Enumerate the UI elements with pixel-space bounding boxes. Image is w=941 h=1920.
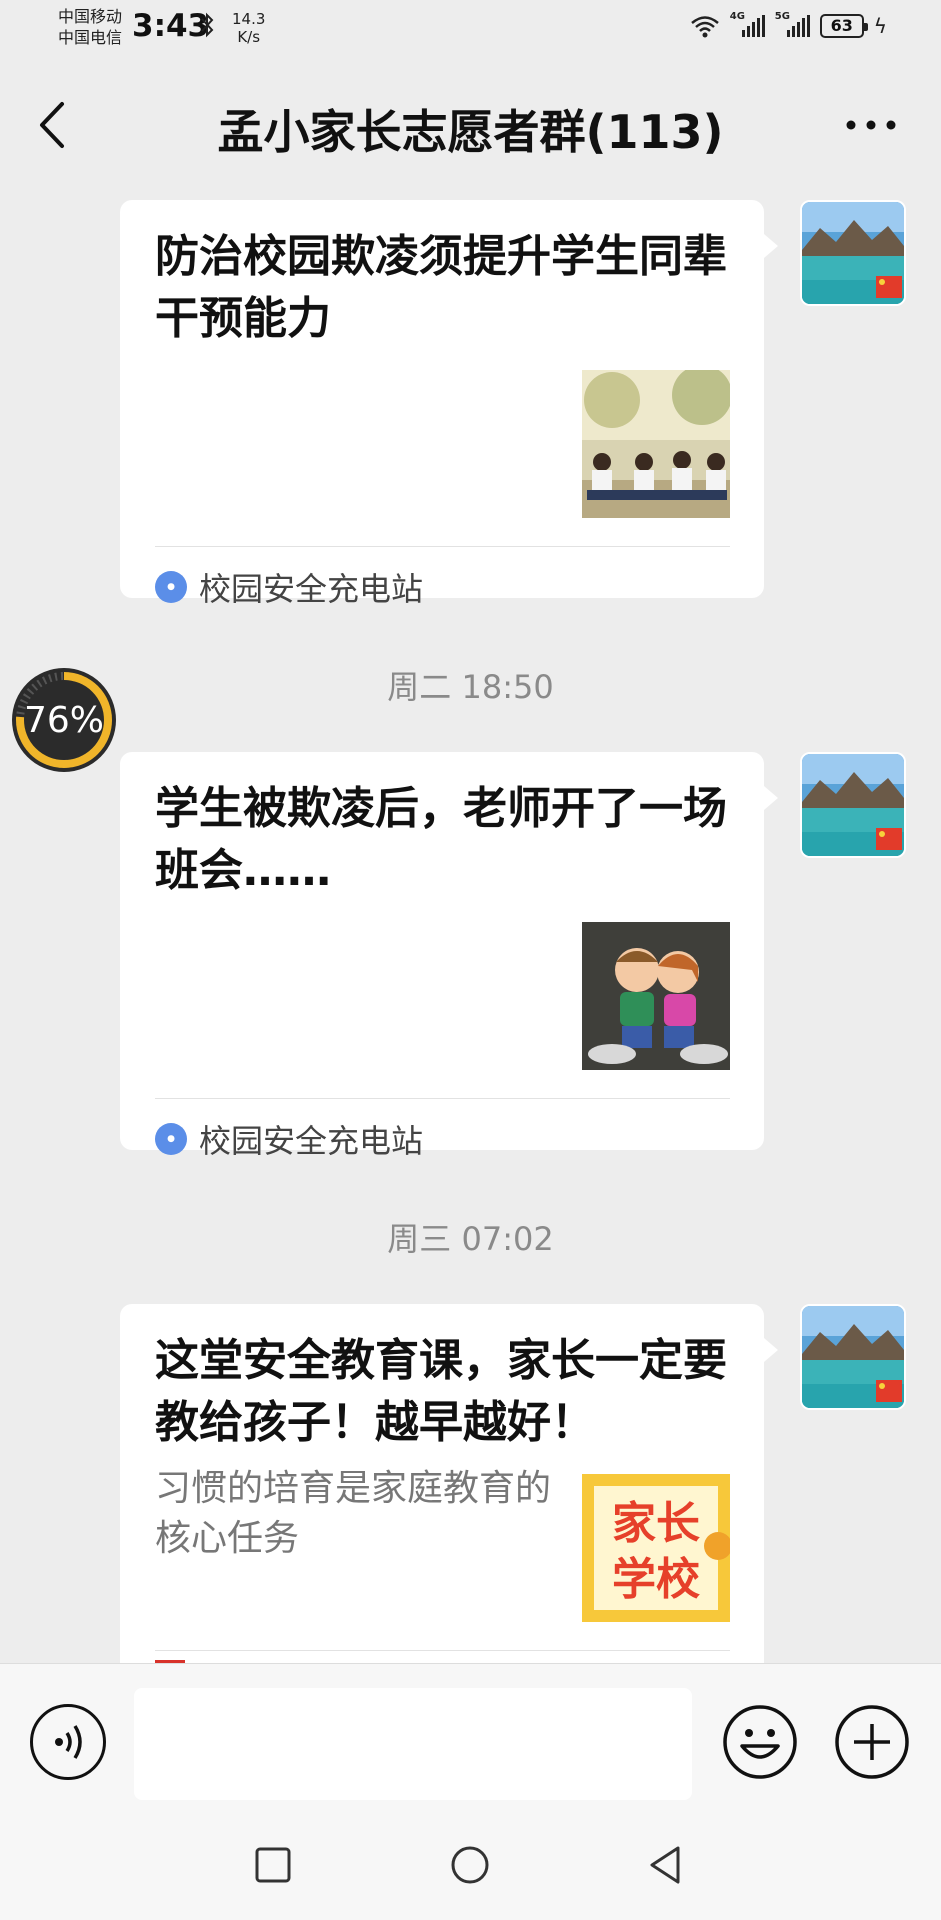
article-source: ● 校园安全充电站 — [155, 564, 423, 610]
recent-apps-button[interactable] — [248, 1840, 298, 1890]
status-bar: 中国移动 中国电信 3:43 14.3 K/s 4G 5G 63 ϟ — [0, 0, 941, 60]
status-time: 3:43 — [132, 8, 210, 44]
more-icon — [846, 120, 896, 130]
emoji-button[interactable] — [722, 1704, 798, 1780]
students-reading-image — [582, 370, 730, 518]
article-card[interactable]: 学生被欺凌后，老师开了一场班会…… ● 校园安全充电站 — [120, 752, 778, 1160]
article-card[interactable]: 防治校园欺凌须提升学生同辈干预能力 ● 校园安全充电站 — [120, 200, 778, 608]
net-speed-unit: K/s — [237, 28, 261, 46]
battery-icon: 63 — [819, 14, 868, 38]
article-description: 习惯的培育是家庭教育的核心任务 — [155, 1468, 552, 1559]
wifi-icon — [690, 16, 719, 38]
more-functions-button[interactable] — [834, 1704, 910, 1780]
article-card[interactable]: 这堂安全教育课，家长一定要教给孩子！越早越好！ 习惯的培育是家庭教育的核心任务 … — [120, 1304, 778, 1663]
avatar[interactable] — [800, 752, 906, 858]
avatar[interactable] — [800, 200, 906, 306]
message-item: 学生被欺凌后，老师开了一场班会…… ● 校园安全充电站 — [0, 752, 941, 1160]
progress-ring-icon: 76% — [12, 668, 116, 772]
thumb-text-2: 学校 — [612, 1554, 700, 1605]
thumb-text-1: 家长 — [612, 1498, 700, 1549]
source-name: 校园安全充电站 — [199, 570, 424, 608]
chat-title: 孟小家长志愿者群(113) — [217, 105, 724, 159]
official-account-icon: ● — [155, 1123, 187, 1155]
card-divider — [155, 1650, 730, 1651]
kids-fighting-image — [582, 922, 730, 1070]
message-input[interactable] — [134, 1688, 692, 1800]
chat-area[interactable]: 防治校园欺凌须提升学生同辈干预能力 ● 校园安全充电站 周二 18:50 学生被… — [0, 190, 941, 1663]
message-item: 这堂安全教育课，家长一定要教给孩子！越早越好！ 习惯的培育是家庭教育的核心任务 … — [0, 1304, 941, 1663]
lake-landscape-avatar — [802, 1306, 904, 1408]
smiley-icon — [723, 1705, 797, 1779]
card-divider — [155, 546, 730, 547]
carrier-1: 中国移动 — [58, 7, 123, 26]
home-button[interactable] — [445, 1840, 495, 1890]
article-thumbnail: 家长 学校 — [582, 1474, 730, 1622]
signal-2-tag: 5G — [774, 11, 790, 22]
carrier-2: 中国电信 — [58, 28, 123, 47]
message-item: 防治校园欺凌须提升学生同辈干预能力 ● 校园安全充电站 — [0, 200, 941, 608]
article-title: 这堂安全教育课，家长一定要教给孩子！越早越好！ — [155, 1335, 727, 1448]
charging-icon: ϟ — [873, 14, 887, 38]
article-thumbnail — [582, 922, 730, 1070]
article-title: 防治校园欺凌须提升学生同辈干预能力 — [155, 231, 727, 344]
article-thumbnail — [582, 370, 730, 518]
article-title: 学生被欺凌后，老师开了一场班会…… — [155, 783, 727, 896]
input-bar — [0, 1663, 941, 1810]
avatar[interactable] — [800, 1304, 906, 1410]
bluetooth-icon — [200, 12, 214, 44]
more-button[interactable] — [841, 100, 901, 150]
nav-bar: 孟小家长志愿者群(113) — [0, 60, 941, 190]
source-name: 校园安全充电站 — [199, 1122, 424, 1160]
progress-label: 76% — [24, 700, 104, 741]
signal-1-tag: 4G — [729, 11, 745, 22]
net-speed-value: 14.3 — [232, 10, 266, 28]
timestamp: 周三 07:02 — [387, 1220, 554, 1258]
timestamp: 周二 18:50 — [387, 668, 554, 706]
signal-2-icon: 5G — [775, 11, 810, 37]
carrier-labels: 中国移动 中国电信 — [58, 6, 122, 48]
lake-landscape-avatar — [802, 202, 904, 304]
net-speed: 14.3 K/s — [232, 10, 265, 46]
square-icon — [255, 1847, 291, 1883]
plus-icon — [835, 1705, 909, 1779]
progress-badge[interactable]: 76% — [10, 666, 118, 774]
official-account-icon: ● — [155, 571, 187, 603]
voice-icon — [55, 1725, 82, 1759]
card-divider — [155, 1098, 730, 1099]
voice-button[interactable] — [30, 1704, 106, 1780]
signal-1-icon: 4G — [730, 11, 765, 37]
system-nav-bar — [0, 1810, 941, 1920]
circle-icon — [451, 1846, 489, 1884]
parent-school-logo-image: 家长 学校 — [582, 1474, 730, 1622]
triangle-back-icon — [650, 1846, 680, 1884]
article-source: ● 校园安全充电站 — [155, 1116, 423, 1162]
lake-landscape-avatar — [802, 754, 904, 856]
system-back-button[interactable] — [642, 1840, 692, 1890]
status-indicators: 4G 5G 63 ϟ — [690, 11, 887, 38]
